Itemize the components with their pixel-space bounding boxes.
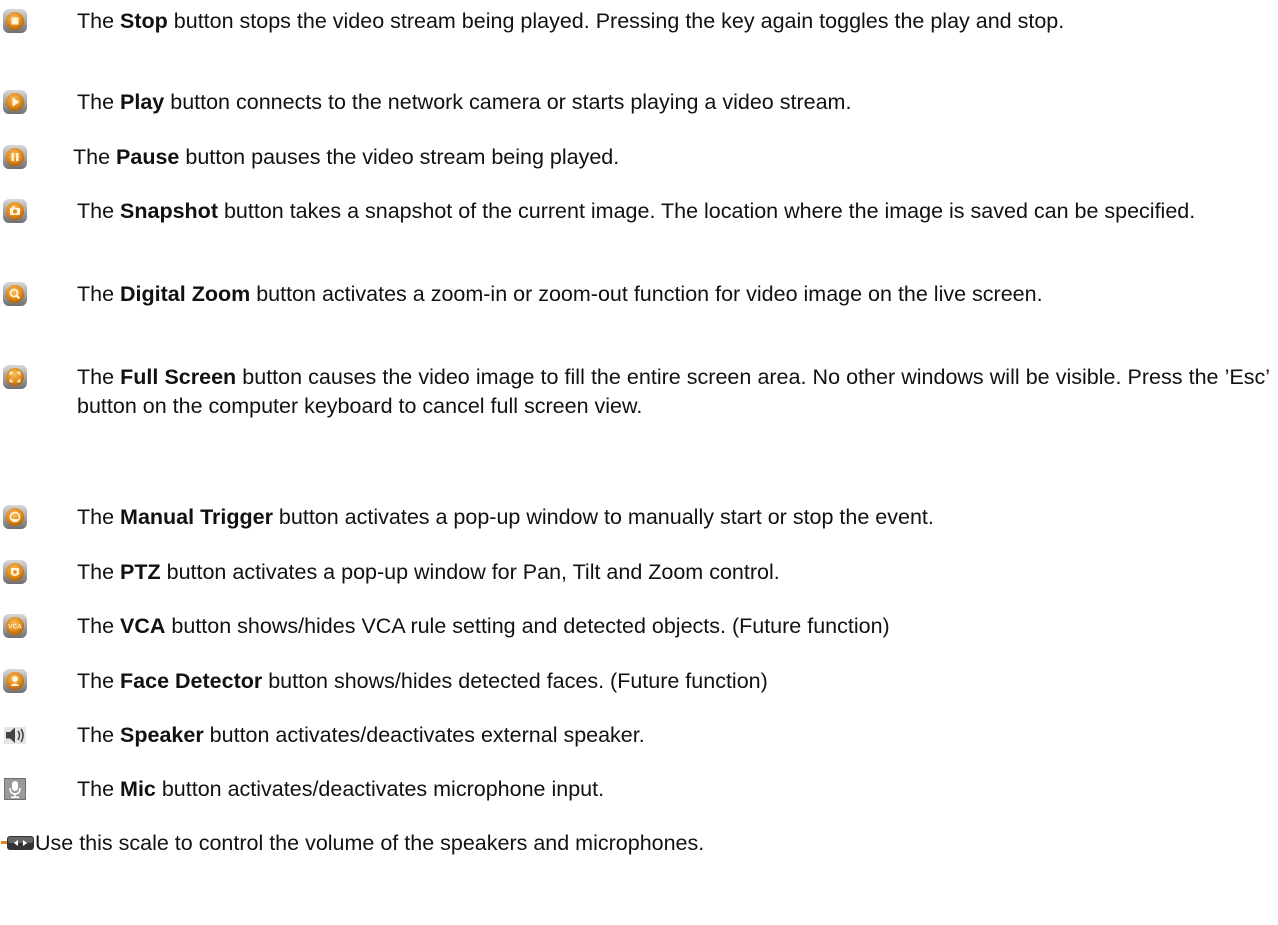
volume-scale-description: Use this scale to control the volume of … bbox=[35, 831, 705, 855]
pause-label: Pause bbox=[116, 145, 180, 169]
ptz-icon bbox=[2, 559, 28, 585]
snapshot-icon bbox=[2, 198, 28, 224]
stop-icon bbox=[2, 8, 28, 34]
snapshot-description: The Snapshot button takes a snapshot of … bbox=[77, 199, 1196, 223]
full-screen-icon bbox=[2, 364, 28, 390]
stop-label: Stop bbox=[120, 9, 168, 33]
digital-zoom-description: The Digital Zoom button activates a zoom… bbox=[77, 282, 1043, 306]
face-detector-label: Face Detector bbox=[120, 669, 263, 693]
pause-icon bbox=[2, 144, 28, 170]
mic-description: The Mic button activates/deactivates mic… bbox=[77, 777, 605, 801]
ptz-label: PTZ bbox=[120, 560, 161, 584]
full-screen-description: The Full Screen button causes the video … bbox=[77, 365, 1270, 418]
vca-icon-text: VCA bbox=[8, 624, 22, 631]
volume-scale-icon bbox=[1, 830, 35, 856]
manual-trigger-description: The Manual Trigger button activates a po… bbox=[77, 505, 934, 529]
vca-description: The VCA button shows/hides VCA rule sett… bbox=[77, 614, 890, 638]
speaker-icon bbox=[2, 722, 28, 748]
face-detector-description: The Face Detector button shows/hides det… bbox=[77, 669, 768, 693]
speaker-description: The Speaker button activates/deactivates… bbox=[77, 723, 645, 747]
play-label: Play bbox=[120, 90, 165, 114]
vca-label: VCA bbox=[120, 614, 166, 638]
snapshot-label: Snapshot bbox=[120, 199, 218, 223]
digital-zoom-label: Digital Zoom bbox=[120, 282, 251, 306]
manual-trigger-icon bbox=[2, 504, 28, 530]
pause-description: The Pause button pauses the video stream… bbox=[73, 145, 620, 169]
full-screen-label: Full Screen bbox=[120, 365, 237, 389]
mic-label: Mic bbox=[120, 777, 156, 801]
play-icon bbox=[2, 89, 28, 115]
ptz-description: The PTZ button activates a pop-up window… bbox=[77, 560, 780, 584]
face-detector-icon bbox=[2, 668, 28, 694]
vca-icon: VCA bbox=[2, 613, 28, 639]
play-description: The Play button connects to the network … bbox=[77, 90, 852, 114]
stop-description: The Stop button stops the video stream b… bbox=[77, 9, 1065, 33]
speaker-label: Speaker bbox=[120, 723, 204, 747]
digital-zoom-icon bbox=[2, 281, 28, 307]
mic-icon bbox=[2, 776, 28, 802]
manual-trigger-label: Manual Trigger bbox=[120, 505, 273, 529]
